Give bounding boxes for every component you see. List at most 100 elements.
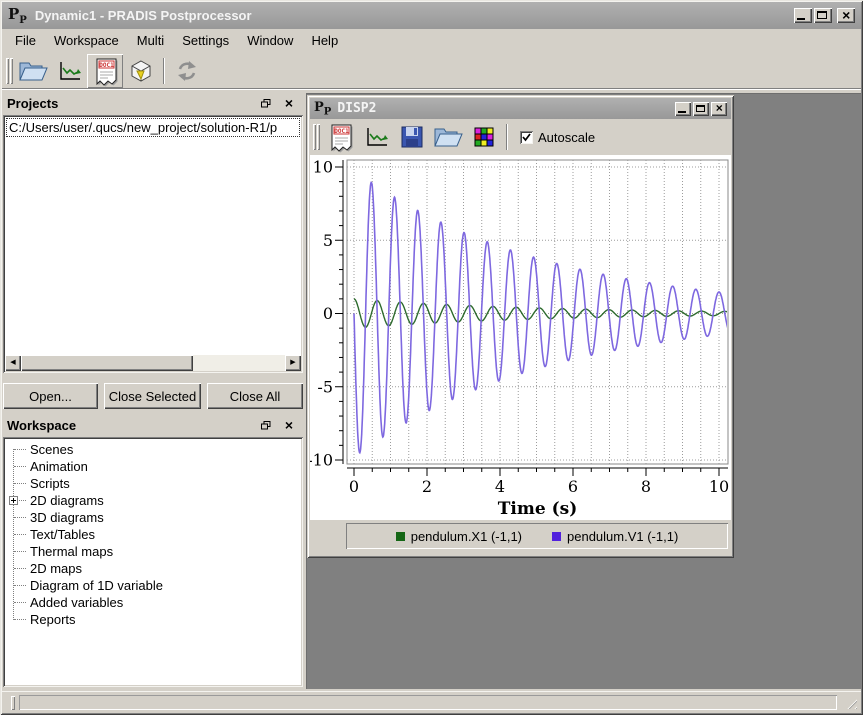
float-panel-icon[interactable] (261, 96, 271, 111)
menu-item-multi[interactable]: Multi (128, 31, 173, 50)
menu-item-workspace[interactable]: Workspace (45, 31, 128, 50)
close-button[interactable]: × (837, 8, 855, 23)
projects-panel-title: Projects (7, 96, 261, 111)
title-bar[interactable]: PP Dynamic1 - PRADIS Postprocessor × (2, 2, 861, 29)
disp2-window-title: DISP2 (337, 101, 675, 116)
projects-list[interactable]: C:/Users/user/.qucs/new_project/solution… (3, 115, 303, 373)
menu-item-help[interactable]: Help (302, 31, 347, 50)
x-tick-label: 6 (568, 477, 578, 496)
tree-item-label: Added variables (30, 595, 123, 610)
workspace-panel-title: Workspace (7, 418, 261, 433)
plot-area: -10-505100246810Time (s) (310, 155, 731, 520)
project-path-item[interactable]: C:/Users/user/.qucs/new_project/solution… (6, 118, 300, 137)
diagram-icon (56, 58, 82, 84)
main-toolbar: DOC1 (2, 52, 861, 90)
minimize-icon (678, 111, 686, 113)
save-button[interactable] (394, 120, 430, 154)
palette-button[interactable] (466, 120, 502, 154)
close-icon: × (837, 7, 855, 23)
x-tick-label: 8 (641, 477, 651, 496)
close-icon: × (711, 101, 727, 115)
horizontal-scrollbar[interactable]: ◀ ▶ (5, 355, 301, 371)
tree-item-thermal-maps[interactable]: Thermal maps (5, 543, 301, 560)
refresh-button[interactable] (169, 54, 205, 88)
new-diagram-button[interactable] (51, 54, 87, 88)
projects-panel: Projects × C:/Users/user/.qucs/new_proje… (3, 93, 303, 411)
tree-item-reports[interactable]: Reports (5, 611, 301, 628)
close-all-button[interactable]: Close All (207, 383, 303, 409)
close-panel-icon[interactable]: × (285, 419, 293, 431)
menu-item-window[interactable]: Window (238, 31, 302, 50)
app-icon: PP (8, 5, 27, 26)
tree-item-label: 2D maps (30, 561, 82, 576)
tree-item-2d-maps[interactable]: 2D maps (5, 560, 301, 577)
legend-item[interactable]: pendulum.X1 (-1,1) (396, 529, 522, 544)
expand-plus-icon[interactable] (9, 496, 18, 505)
tree-item-label: 3D diagrams (30, 510, 104, 525)
tree-item-scenes[interactable]: Scenes (5, 441, 301, 458)
legend-label: pendulum.X1 (-1,1) (411, 529, 522, 544)
legend-item[interactable]: pendulum.V1 (-1,1) (552, 529, 678, 544)
svg-text:DOC1: DOC1 (334, 128, 349, 135)
workspace-tree: ScenesAnimation Scripts2D diagrams3D diag… (3, 437, 303, 687)
tree-item-label: Diagram of 1D variable (30, 578, 163, 593)
application-window: PP Dynamic1 - PRADIS Postprocessor × Fil… (0, 0, 863, 715)
toolbar-handle[interactable] (6, 58, 13, 84)
float-panel-icon[interactable] (261, 418, 271, 433)
maximize-button[interactable] (693, 102, 709, 116)
tree-item-animation[interactable]: Animation (5, 458, 301, 475)
tree-item-label: Scripts (30, 476, 70, 491)
x-tick-label: 10 (709, 477, 729, 496)
x-tick-label: 2 (422, 477, 432, 496)
y-tick-label: 10 (313, 158, 333, 177)
scrollbar-thumb[interactable] (21, 355, 193, 371)
resize-grip[interactable] (844, 696, 857, 709)
window-title: Dynamic1 - PRADIS Postprocessor (35, 8, 794, 23)
new-document-button[interactable]: DOC1 (87, 54, 123, 88)
scroll-right-button[interactable]: ▶ (285, 355, 301, 371)
toolbar-separator (506, 124, 508, 150)
refresh-icon (174, 58, 200, 84)
tree-item-3d-diagrams[interactable]: 3D diagrams (5, 509, 301, 526)
disp2-toolbar: DOC1 (310, 119, 731, 155)
tree-item-label: Reports (30, 612, 76, 627)
tree-item-text-tables[interactable]: Text/Tables (5, 526, 301, 543)
scroll-left-button[interactable]: ◀ (5, 355, 21, 371)
maximize-button[interactable] (814, 8, 832, 23)
plot-canvas[interactable] (347, 160, 728, 464)
tree-item-label: Thermal maps (30, 544, 113, 559)
new-document-button[interactable]: DOC1 (322, 120, 358, 154)
toolbar-handle[interactable] (313, 124, 320, 150)
maximize-icon (817, 11, 827, 19)
tree-item-added-variables[interactable]: Added variables (5, 594, 301, 611)
disp2-window: PP DISP2 × DOC1 (307, 95, 734, 558)
minimize-button[interactable] (794, 8, 812, 23)
check-icon (521, 132, 532, 143)
open-button[interactable]: Open... (3, 383, 98, 409)
3d-view-button[interactable] (123, 54, 159, 88)
menu-item-settings[interactable]: Settings (173, 31, 238, 50)
x-axis-title: Time (s) (498, 499, 578, 519)
tree-item-diagram-of-1d-variable[interactable]: Diagram of 1D variable (5, 577, 301, 594)
tree-item-2d-diagrams[interactable]: 2D diagrams (5, 492, 301, 509)
projects-panel-header: Projects × (3, 93, 303, 113)
open-project-button[interactable] (15, 54, 51, 88)
close-panel-icon[interactable]: × (285, 97, 293, 109)
y-tick-label: 0 (323, 304, 333, 323)
close-selected-button[interactable]: Close Selected (104, 383, 201, 409)
tree-item-label: Animation (30, 459, 88, 474)
tree-item-scripts[interactable]: Scripts (5, 475, 301, 492)
open-button[interactable] (430, 120, 466, 154)
doc1-icon: DOC1 (90, 55, 120, 87)
new-diagram-button[interactable] (358, 120, 394, 154)
svg-text:DOC1: DOC1 (99, 62, 114, 69)
doc1-icon: DOC1 (325, 121, 355, 153)
statusbar-handle (11, 696, 15, 710)
menu-item-file[interactable]: File (6, 31, 45, 50)
close-button[interactable]: × (711, 102, 727, 116)
minimize-button[interactable] (675, 102, 691, 116)
autoscale-checkbox[interactable] (520, 131, 533, 144)
floppy-icon (399, 124, 425, 150)
open-folder-icon (16, 57, 50, 85)
disp2-title-bar[interactable]: PP DISP2 × (310, 98, 731, 119)
